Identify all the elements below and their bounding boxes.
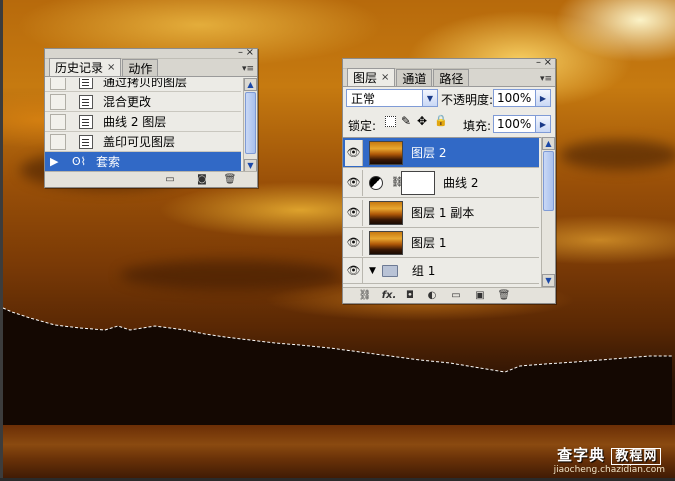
tab-paths[interactable]: 路径 (433, 69, 470, 86)
visibility-eye-icon[interactable]: 👁 (345, 229, 363, 256)
layer-row[interactable]: 👁 图层 1 (343, 228, 539, 258)
layer-thumbnail (369, 140, 403, 165)
history-list: 通过拷贝的图层 混合更改 曲线 2 图层 盖印可见图层 ▶ ʘ⌇ 套索 (45, 78, 257, 172)
minimize-icon[interactable]: – (238, 48, 243, 58)
lock-transparent-pixels-icon[interactable] (385, 116, 396, 127)
close-tab-icon[interactable]: × (381, 72, 389, 83)
trash-icon[interactable]: 🗑 (223, 174, 237, 185)
blend-mode-select[interactable]: 正常 ▼ (346, 89, 438, 107)
layers-panel: – × 图层 × 通道 路径 ▾≡ 正常 ▼ 不透明度: 100% ▶ 锁定: … (342, 58, 556, 304)
tab-channels[interactable]: 通道 (396, 69, 433, 86)
history-item[interactable]: 盖印可见图层 (45, 132, 241, 152)
fill-input[interactable]: 100% ▶ (493, 115, 551, 133)
history-footer: ▭ ◙ 🗑 (45, 171, 257, 187)
history-brush-source-checkbox[interactable] (50, 113, 66, 130)
layer-thumbnail (369, 230, 403, 255)
history-state-icon (79, 114, 93, 129)
mountain-silhouette (3, 308, 672, 428)
layer-row-selected[interactable]: 👁 图层 2 (343, 138, 539, 168)
snapshot-icon[interactable]: ◙ (195, 174, 209, 185)
layers-scrollbar[interactable]: ▲ ▼ (541, 137, 555, 287)
site-watermark: 查字典 教程网 jiaocheng.chazidian.com (554, 444, 665, 475)
new-layer-icon[interactable]: ▣ (473, 290, 487, 301)
close-icon[interactable]: × (246, 48, 254, 58)
history-item[interactable]: 通过拷贝的图层 (45, 78, 241, 92)
adjustment-layer-icon[interactable]: ◐ (425, 290, 439, 301)
canvas-border (0, 0, 3, 481)
lasso-icon: ʘ⌇ (72, 155, 87, 168)
history-item-selected[interactable]: ▶ ʘ⌇ 套索 (45, 152, 241, 172)
layers-footer: ⛓ fx. ◘ ◐ ▭ ▣ 🗑 (343, 287, 555, 303)
lock-label: 锁定: (348, 119, 377, 133)
folder-icon[interactable]: ▭ (449, 290, 463, 301)
history-item[interactable]: 混合更改 (45, 92, 241, 112)
visibility-eye-icon[interactable]: 👁 (345, 257, 363, 284)
layer-row[interactable]: 👁 图层 1 副本 (343, 198, 539, 228)
watermark-url: jiaocheng.chazidian.com (553, 465, 665, 475)
history-state-icon (79, 94, 93, 109)
layer-group-row[interactable]: 👁 ▼ 组 1 (343, 257, 539, 284)
opacity-input[interactable]: 100% ▶ (493, 89, 551, 107)
minimize-icon[interactable]: – (536, 58, 541, 68)
history-state-icon (79, 134, 93, 149)
history-brush-source-checkbox[interactable] (50, 133, 66, 150)
panel-menu-icon[interactable]: ▾≡ (242, 64, 254, 74)
fx-icon[interactable]: fx. (381, 290, 397, 301)
history-scrollbar[interactable]: ▲ ▼ (243, 78, 257, 172)
visibility-eye-icon[interactable]: 👁 (345, 199, 363, 226)
tab-history[interactable]: 历史记录 × (49, 58, 122, 76)
history-panel: – × 历史记录 × 动作 ▾≡ 通过拷贝的图层 混合更改 曲线 2 图层 盖印… (44, 48, 258, 188)
layer-row[interactable]: 👁 ⛓ 曲线 2 (343, 168, 539, 198)
layer-list: 👁 图层 2 👁 ⛓ 曲线 2 👁 图层 1 副本 👁 图层 1 👁 ▼ 组 1 (343, 137, 555, 287)
layers-tabs: 图层 × 通道 路径 ▾≡ (343, 68, 555, 87)
layer-mask-thumbnail (401, 170, 435, 195)
scroll-up-icon[interactable]: ▲ (542, 137, 555, 150)
disclosure-triangle-icon[interactable]: ▼ (369, 266, 376, 276)
history-tabs: 历史记录 × 动作 ▾≡ (45, 58, 257, 77)
chevron-right-icon[interactable]: ▶ (535, 116, 550, 132)
trash-icon[interactable]: 🗑 (497, 290, 511, 301)
link-icon: ⛓ (391, 177, 404, 188)
lock-position-icon[interactable]: ✥ (417, 114, 427, 128)
panel-menu-icon[interactable]: ▾≡ (540, 74, 552, 84)
adjustment-layer-icon (369, 175, 383, 190)
lock-image-pixels-icon[interactable]: ✎ (401, 114, 411, 128)
watermark-title: 查字典 教程网 (554, 444, 665, 465)
close-icon[interactable]: × (544, 58, 552, 68)
close-tab-icon[interactable]: × (107, 62, 115, 73)
new-document-from-state-icon[interactable]: ▭ (163, 174, 177, 185)
lock-all-icon[interactable]: 🔒 (434, 114, 448, 127)
mask-icon[interactable]: ◘ (403, 290, 417, 301)
history-item[interactable]: 曲线 2 图层 (45, 112, 241, 132)
chevron-right-icon[interactable]: ▶ (535, 90, 550, 106)
layer-thumbnail (369, 200, 403, 225)
visibility-eye-icon[interactable]: 👁 (345, 169, 363, 196)
scroll-up-icon[interactable]: ▲ (244, 78, 257, 91)
folder-icon (381, 264, 398, 277)
scrollbar-thumb[interactable] (245, 92, 256, 154)
scroll-down-icon[interactable]: ▼ (542, 274, 555, 287)
opacity-label: 不透明度: (441, 93, 494, 107)
fill-label: 填充: (463, 119, 492, 133)
tab-actions[interactable]: 动作 (122, 59, 159, 76)
chevron-down-icon[interactable]: ▼ (422, 90, 437, 106)
history-brush-source-checkbox[interactable] (50, 93, 66, 110)
history-brush-source-checkbox[interactable] (50, 78, 66, 90)
history-pointer-icon: ▶ (50, 154, 59, 168)
history-state-icon (79, 78, 93, 89)
link-icon[interactable]: ⛓ (357, 290, 373, 301)
tab-layers[interactable]: 图层 × (347, 68, 396, 86)
visibility-eye-icon[interactable]: 👁 (345, 139, 363, 166)
scrollbar-thumb[interactable] (543, 151, 554, 211)
